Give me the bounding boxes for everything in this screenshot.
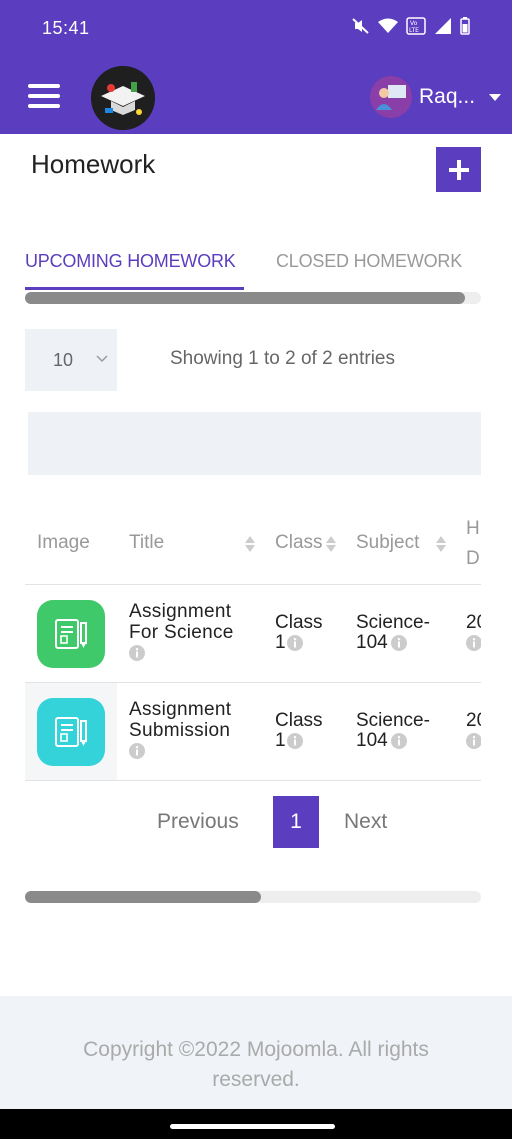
sort-icon[interactable] — [435, 534, 447, 554]
tab-upcoming-homework[interactable]: UPCOMING HOMEWORK — [25, 251, 236, 272]
user-profile-dropdown[interactable]: Raq... — [370, 76, 502, 118]
status-time: 15:41 — [42, 18, 90, 38]
user-name: Raq... — [419, 85, 476, 108]
homework-title-line2: Submission — [129, 720, 231, 741]
chevron-down-icon — [96, 355, 108, 363]
pagination-previous[interactable]: Previous — [157, 810, 239, 834]
row-divider — [25, 584, 481, 585]
plus-icon — [448, 159, 469, 180]
sort-icon[interactable] — [325, 534, 337, 554]
info-icon[interactable] — [391, 635, 407, 651]
info-icon[interactable] — [466, 733, 481, 749]
column-header-homework-date-part1[interactable]: H — [466, 518, 480, 540]
document-pencil-icon — [55, 717, 87, 747]
subject-line2: 104 — [356, 632, 388, 653]
homework-date-partial: 20 — [466, 612, 481, 633]
add-homework-button[interactable] — [436, 147, 481, 192]
pagination-page-current[interactable]: 1 — [273, 796, 319, 848]
tabs-scrollbar-thumb[interactable] — [25, 292, 465, 304]
menu-line — [28, 84, 60, 88]
homework-title-line1: Assignment — [129, 601, 232, 622]
class-line1: Class — [275, 612, 323, 633]
info-icon[interactable] — [287, 635, 303, 651]
homework-title-line1: Assignment — [129, 699, 232, 720]
column-header-class[interactable]: Class — [275, 532, 323, 554]
page-size-select[interactable]: 10 — [25, 329, 117, 391]
subject-line1: Science- — [356, 710, 430, 731]
column-header-title[interactable]: Title — [129, 532, 164, 554]
page-title: Homework — [31, 149, 156, 179]
wifi-icon — [378, 18, 398, 33]
school-logo[interactable] — [91, 66, 155, 130]
row-divider — [25, 682, 481, 683]
row-divider — [25, 780, 481, 781]
column-header-image[interactable]: Image — [37, 532, 90, 554]
volte-icon: Vo LTE — [406, 17, 426, 35]
graduation-cap-logo-icon — [91, 66, 155, 130]
table-scrollbar-thumb[interactable] — [25, 891, 261, 903]
hamburger-menu-button[interactable] — [28, 84, 60, 108]
app-screen: 15:41 Vo LTE Raq... Homework UPCOMING HO… — [0, 0, 512, 1139]
caret-down-icon — [489, 93, 502, 101]
pagination-next[interactable]: Next — [344, 810, 387, 834]
class-line2: 1 — [275, 730, 286, 751]
teacher-avatar-icon — [370, 76, 412, 118]
active-tab-indicator — [25, 287, 244, 290]
subject-line1: Science- — [356, 612, 430, 633]
avatar — [370, 76, 412, 118]
sort-icon[interactable] — [244, 534, 256, 554]
info-icon[interactable] — [287, 733, 303, 749]
svg-text:Vo: Vo — [410, 20, 418, 27]
battery-icon — [460, 17, 470, 35]
document-pencil-icon — [55, 619, 87, 649]
mute-icon — [352, 18, 369, 34]
homework-date-partial: 20 — [466, 710, 481, 731]
class-line2: 1 — [275, 632, 286, 653]
tab-closed-homework[interactable]: CLOSED HOMEWORK — [276, 251, 462, 272]
top-app-bar: 15:41 Vo LTE Raq... — [0, 0, 512, 134]
homework-table: Image Title Class Subject H D Assignment… — [25, 505, 481, 781]
page-size-value: 10 — [53, 349, 74, 370]
info-icon[interactable] — [129, 743, 145, 759]
column-header-subject[interactable]: Subject — [356, 532, 419, 554]
footer-copyright: Copyright ©2022 Mojoomla. All rights res… — [83, 1038, 429, 1091]
table-filter-area — [28, 412, 481, 475]
signal-icon — [435, 18, 451, 34]
class-line1: Class — [275, 710, 323, 731]
info-icon[interactable] — [391, 733, 407, 749]
homework-image[interactable] — [37, 600, 105, 668]
menu-line — [28, 94, 60, 98]
entries-info: Showing 1 to 2 of 2 entries — [170, 348, 395, 369]
homework-image[interactable] — [37, 698, 105, 766]
status-icons: Vo LTE — [352, 17, 470, 35]
column-header-homework-date-part2[interactable]: D — [466, 548, 480, 570]
info-icon[interactable] — [129, 645, 145, 661]
home-gesture-handle[interactable] — [170, 1124, 335, 1129]
menu-line — [28, 104, 60, 108]
homework-title-line2: For Science — [129, 622, 234, 643]
svg-text:LTE: LTE — [409, 27, 419, 34]
subject-line2: 104 — [356, 730, 388, 751]
info-icon[interactable] — [466, 635, 481, 651]
